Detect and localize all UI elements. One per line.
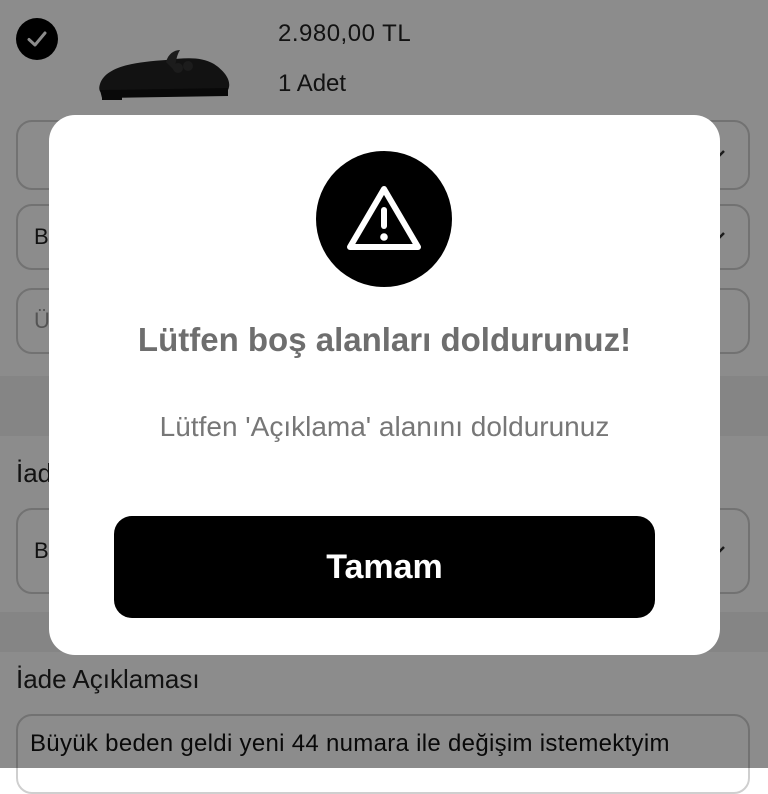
alert-dialog: Lütfen boş alanları doldurunuz! Lütfen '… bbox=[49, 115, 720, 655]
ok-button[interactable]: Tamam bbox=[114, 516, 655, 618]
dialog-message: Lütfen 'Açıklama' alanını doldurunuz bbox=[159, 411, 610, 442]
warning-icon bbox=[316, 151, 452, 287]
dialog-title: Lütfen boş alanları doldurunuz! bbox=[137, 321, 632, 358]
return-request-page: 2.980,00 TL 1 Adet B Ü İad B İade Açıkla… bbox=[0, 0, 768, 794]
